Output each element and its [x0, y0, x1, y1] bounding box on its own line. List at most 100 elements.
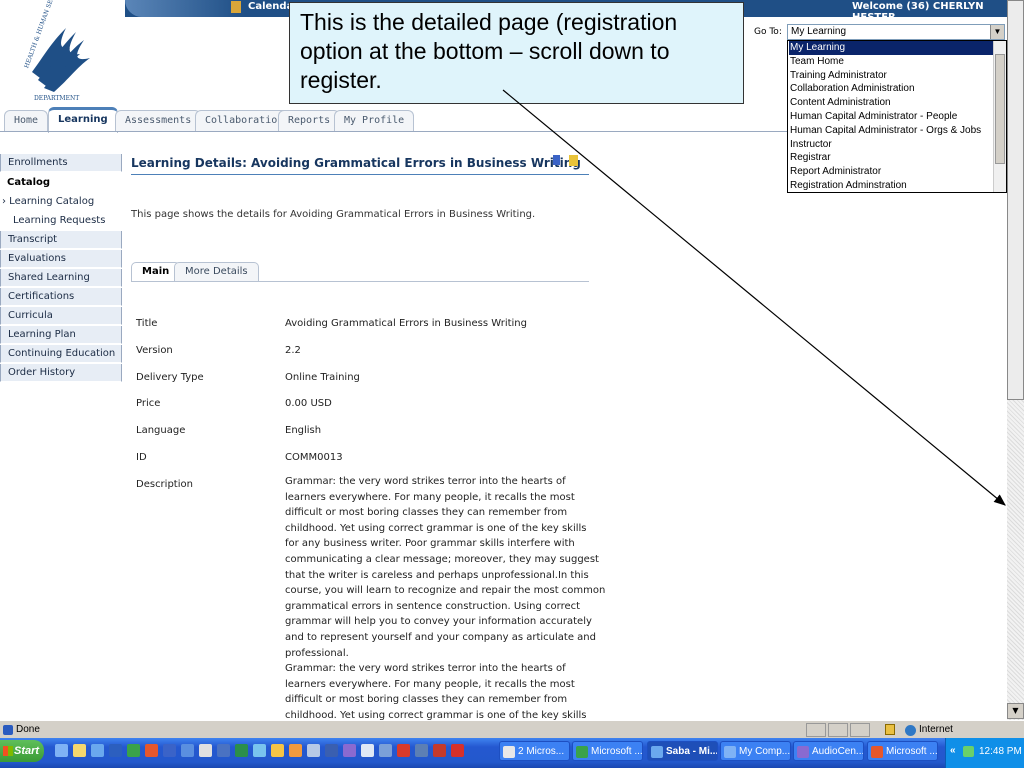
quicklaunch-icon[interactable]: [181, 744, 194, 757]
quicklaunch-icon[interactable]: [73, 744, 86, 757]
subtab-more-details[interactable]: More Details: [174, 262, 259, 281]
sidebar-item-curricula[interactable]: Curricula: [0, 307, 122, 325]
description-line: communicating a clear message; moreover,…: [285, 553, 599, 565]
description-line: and to represent yourself and your compa…: [285, 631, 596, 643]
quicklaunch-icon[interactable]: [127, 744, 140, 757]
dropdown-scrollbar[interactable]: [993, 41, 1006, 192]
task-label: 2 Micros...: [518, 746, 565, 757]
globe-icon: [905, 725, 916, 736]
tab-my-profile[interactable]: My Profile: [334, 110, 415, 131]
dropdown-scroll-thumb[interactable]: [995, 54, 1005, 164]
sidebar-item-certifications[interactable]: Certifications: [0, 288, 122, 306]
tab-reports[interactable]: Reports: [278, 110, 341, 131]
sidebar-item-continuing-education[interactable]: Continuing Education: [0, 345, 122, 363]
browser-status-bar: Done Internet: [0, 720, 1024, 739]
tab-home[interactable]: Home: [4, 110, 49, 131]
field-value-language: English: [285, 425, 322, 436]
goto-option[interactable]: Training Administrator: [789, 69, 993, 83]
quicklaunch-icon[interactable]: [361, 744, 374, 757]
sidebar-item-evaluations[interactable]: Evaluations: [0, 250, 122, 268]
goto-option[interactable]: My Learning: [789, 41, 993, 55]
goto-option[interactable]: Instructor: [789, 138, 993, 152]
taskbar-button[interactable]: My Comp...: [720, 741, 791, 761]
goto-option[interactable]: Human Capital Administrator - People: [789, 110, 993, 124]
quicklaunch-icon[interactable]: [451, 744, 464, 757]
taskbar-button[interactable]: AudioCen...: [793, 741, 864, 761]
goto-option[interactable]: Human Capital Administrator - Orgs & Job…: [789, 124, 993, 138]
security-zone: Internet: [919, 724, 953, 735]
description-line: difficult or most boring classes they ca…: [285, 507, 568, 519]
quicklaunch-icon[interactable]: [55, 744, 68, 757]
intro-text: This page shows the details for Avoiding…: [131, 209, 536, 220]
task-label: AudioCen...: [812, 746, 864, 757]
quicklaunch-icon[interactable]: [199, 744, 212, 757]
sidebar-item-learning-catalog[interactable]: › Learning Catalog: [0, 193, 122, 211]
status-text: Done: [16, 724, 40, 735]
taskbar-button[interactable]: Microsoft ...: [867, 741, 938, 761]
sidebar-item-enrollments[interactable]: Enrollments: [0, 154, 122, 172]
taskbar-button[interactable]: 2 Micros...: [499, 741, 570, 761]
taskbar-button[interactable]: Microsoft ...: [572, 741, 643, 761]
annotation-callout: This is the detailed page (registration …: [289, 2, 744, 104]
quicklaunch-icon[interactable]: [397, 744, 410, 757]
sidebar-item-learning-requests[interactable]: Learning Requests: [0, 212, 122, 230]
goto-dropdown-list[interactable]: My Learning Team Home Training Administr…: [787, 40, 1007, 193]
page-title: Learning Details: Avoiding Grammatical E…: [131, 156, 581, 170]
tab-learning[interactable]: Learning: [48, 107, 118, 133]
hhs-seal-logo: HEALTH & HUMAN SERVICES · USA DEPARTMENT: [23, 0, 90, 102]
goto-option[interactable]: Team Home: [789, 55, 993, 69]
quicklaunch-icon[interactable]: [433, 744, 446, 757]
goto-label: Go To:: [754, 27, 782, 37]
sidebar-item-catalog[interactable]: Catalog: [0, 174, 122, 192]
quicklaunch-icon[interactable]: [145, 744, 158, 757]
quicklaunch-icon[interactable]: [271, 744, 284, 757]
field-value-version: 2.2: [285, 345, 301, 356]
quicklaunch-icon[interactable]: [325, 744, 338, 757]
calendar-icon[interactable]: [231, 1, 241, 13]
field-label-description: Description: [136, 479, 193, 490]
notes-icon[interactable]: [569, 155, 578, 166]
sidebar-item-order-history[interactable]: Order History: [0, 364, 122, 382]
tray-expand-icon[interactable]: «: [950, 745, 956, 756]
status-panel: [828, 723, 848, 737]
office-icon: [871, 746, 883, 758]
subtab-main[interactable]: Main: [131, 262, 181, 281]
network-icon[interactable]: [963, 746, 974, 757]
taskbar-button-active[interactable]: Saba - Mi...: [647, 741, 718, 761]
quicklaunch-icon[interactable]: [217, 744, 230, 757]
quicklaunch-icon[interactable]: [91, 744, 104, 757]
quicklaunch-icon[interactable]: [289, 744, 302, 757]
goto-option[interactable]: Collaboration Administration: [789, 82, 993, 96]
quicklaunch-icon[interactable]: [379, 744, 392, 757]
start-button[interactable]: Start: [0, 740, 44, 762]
task-label: Microsoft ...: [591, 746, 643, 757]
page-scroll-thumb[interactable]: [1007, 0, 1024, 400]
subtabs-divider: [131, 281, 589, 282]
goto-option[interactable]: Registration Adminstration: [789, 179, 993, 193]
quicklaunch-icon[interactable]: [109, 744, 122, 757]
goto-option[interactable]: Registrar: [789, 151, 993, 165]
sidebar-item-shared-learning[interactable]: Shared Learning: [0, 269, 122, 287]
scroll-down-arrow-icon[interactable]: ▼: [1007, 703, 1024, 719]
quicklaunch-icon[interactable]: [253, 744, 266, 757]
field-label-delivery-type: Delivery Type: [136, 372, 204, 383]
header-swoosh: [125, 0, 245, 17]
status-panel: [850, 723, 870, 737]
chevron-down-icon[interactable]: ▼: [990, 25, 1004, 39]
quicklaunch-icon[interactable]: [307, 744, 320, 757]
excel-icon: [576, 746, 588, 758]
print-icon[interactable]: [553, 155, 560, 165]
window-icon: [503, 746, 515, 758]
tab-assessments[interactable]: Assessments: [115, 110, 202, 131]
goto-option[interactable]: Content Administration: [789, 96, 993, 110]
quicklaunch-icon[interactable]: [163, 744, 176, 757]
goto-select[interactable]: My Learning ▼: [787, 24, 1005, 40]
sidebar-item-transcript[interactable]: Transcript: [0, 231, 122, 249]
goto-option[interactable]: Report Administrator: [789, 165, 993, 179]
sidebar-item-learning-plan[interactable]: Learning Plan: [0, 326, 122, 344]
quicklaunch-icon[interactable]: [235, 744, 248, 757]
quicklaunch-icon[interactable]: [343, 744, 356, 757]
quicklaunch-icon[interactable]: [415, 744, 428, 757]
field-label-id: ID: [136, 452, 147, 463]
welcome-text: Welcome (36) CHERLYN HESTER: [852, 1, 984, 23]
